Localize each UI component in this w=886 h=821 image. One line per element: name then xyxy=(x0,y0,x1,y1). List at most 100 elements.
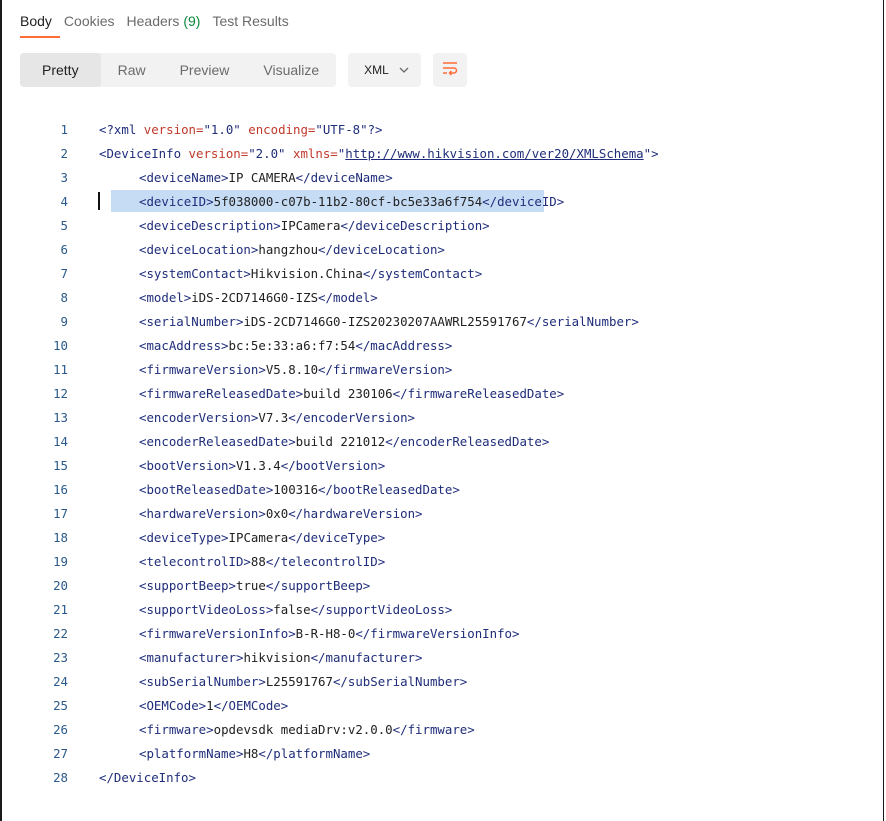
attr-name: xmlns= xyxy=(293,145,338,161)
tag-value: iDS-2CD7146G0-IZS20230207AAWRL25591767 xyxy=(243,313,527,329)
tag-value: Hikvision.China xyxy=(250,265,363,281)
tag-value: 1 xyxy=(206,697,214,713)
code-line: 16 <bootReleasedDate>100316</bootReleased… xyxy=(2,477,659,501)
code-line: 21 <supportVideoLoss>false</supportVideoL… xyxy=(2,597,659,621)
tag-close: </subSerialNumber> xyxy=(332,673,468,689)
raw-button[interactable]: Raw xyxy=(101,53,163,87)
tag-value: 0x0 xyxy=(265,505,289,521)
line-number: 25 xyxy=(53,697,68,713)
tag-close: </firmware> xyxy=(392,721,475,737)
line-content: <encoderVersion>V7.3</encoderVersion> xyxy=(139,410,415,425)
line-number: 26 xyxy=(53,721,68,737)
tag-open: <firmwareVersionInfo> xyxy=(139,625,296,641)
chevron-down-icon xyxy=(399,64,409,76)
xml-decl-open: <?xml xyxy=(99,121,144,137)
line-content: <firmware>opdevsdk mediaDrv:v2.0.0</firm… xyxy=(139,722,475,737)
line-number: 20 xyxy=(53,577,68,593)
tag-value: 100316 xyxy=(273,481,319,497)
pretty-button[interactable]: Pretty xyxy=(20,53,101,87)
tag-value: bc:5e:33:a6:f7:54 xyxy=(228,337,356,353)
code-line: 5 <deviceDescription>IPCamera</deviceDesc… xyxy=(2,213,659,237)
line-content: <manufacturer>hikvision</manufacturer> xyxy=(139,650,422,665)
wrap-lines-button[interactable] xyxy=(432,53,467,87)
body-toolbar: Pretty Raw Preview Visualize XML xyxy=(20,52,467,88)
line-number: 8 xyxy=(60,289,68,305)
line-number: 10 xyxy=(53,337,68,353)
line-content: <OEMCode>1</OEMCode> xyxy=(139,698,288,713)
line-number: 22 xyxy=(53,625,68,641)
line-content: <hardwareVersion>0x0</hardwareVersion> xyxy=(139,506,423,521)
tag-value: L25591767 xyxy=(265,673,333,689)
line-content: <deviceLocation>hangzhou</deviceLocation… xyxy=(139,242,445,257)
line-number: 16 xyxy=(53,481,68,497)
attr-value: "UTF-8" xyxy=(315,121,368,137)
line-content: <platformName>H8</platformName> xyxy=(139,746,370,761)
tag-open: <platformName> xyxy=(139,745,244,761)
tab-headers[interactable]: Headers (9) xyxy=(127,13,201,29)
tag-close: </model> xyxy=(318,289,378,305)
code-line: 9 <serialNumber>iDS-2CD7146G0-IZS20230207… xyxy=(2,309,659,333)
code-line: 15 <bootVersion>V1.3.4</bootVersion> xyxy=(2,453,659,477)
tag-open: <deviceID> xyxy=(139,193,214,209)
tag-open: <serialNumber> xyxy=(139,313,244,329)
tag-open: <hardwareVersion> xyxy=(139,505,266,521)
line-number: 1 xyxy=(60,121,68,137)
code-line: 26 <firmware>opdevsdk mediaDrv:v2.0.0</fi… xyxy=(2,717,659,741)
preview-button[interactable]: Preview xyxy=(163,53,247,87)
line-number: 3 xyxy=(60,169,68,185)
tag-close: </encoderReleasedDate> xyxy=(385,433,550,449)
code-line: 12 <firmwareReleasedDate>build 230106</fi… xyxy=(2,381,659,405)
code-line: 6 <deviceLocation>hangzhou</deviceLocatio… xyxy=(2,237,659,261)
tag-open: <DeviceInfo xyxy=(99,145,189,161)
line-content: <deviceType>IPCamera</deviceType> xyxy=(139,530,385,545)
tag-value: V1.3.4 xyxy=(235,457,281,473)
tag-close: </deviceType> xyxy=(288,529,386,545)
format-select[interactable]: XML xyxy=(348,53,421,87)
code-line: 22 <firmwareVersionInfo>B-R-H8-0</firmwar… xyxy=(2,621,659,645)
tag-close: </platformName> xyxy=(258,745,371,761)
line-number: 15 xyxy=(53,457,68,473)
code-editor[interactable]: 1 <?xml version="1.0" encoding="UTF-8"?>… xyxy=(2,117,659,789)
line-number: 4 xyxy=(60,193,68,209)
line-content: <?xml version="1.0" encoding="UTF-8"?> xyxy=(99,122,383,137)
tag-value: B-R-H8-0 xyxy=(295,625,356,641)
tag-value: iDS-2CD7146G0-IZS xyxy=(191,289,319,305)
headers-count: (9) xyxy=(183,13,201,29)
code-line: 2 <DeviceInfo version="2.0" xmlns= "http:… xyxy=(2,141,659,165)
line-number: 13 xyxy=(53,409,68,425)
tab-test-results[interactable]: Test Results xyxy=(212,13,288,29)
tag-close: </supportVideoLoss> xyxy=(310,601,453,617)
code-line: 20 <supportBeep>true</supportBeep> xyxy=(2,573,659,597)
tag-open: <subSerialNumber> xyxy=(139,673,266,689)
tag-close: </deviceLocation> xyxy=(318,241,445,257)
line-number: 21 xyxy=(53,601,68,617)
tag-open: <firmware> xyxy=(139,721,214,737)
line-content: <deviceDescription>IPCamera</deviceDescr… xyxy=(139,218,490,233)
line-content: <telecontrolID>88</telecontrolID> xyxy=(139,554,385,569)
code-line: 3 <deviceName>IP CAMERA</deviceName> xyxy=(2,165,659,189)
visualize-button[interactable]: Visualize xyxy=(246,53,336,87)
tag-value: H8 xyxy=(243,745,259,761)
tag-value: hikvision xyxy=(243,649,311,665)
tab-cookies[interactable]: Cookies xyxy=(64,13,115,29)
line-number: 17 xyxy=(53,505,68,521)
tag-close: > xyxy=(651,145,659,161)
attr-value: "2.0" xyxy=(248,145,286,161)
tag-value: 88 xyxy=(250,553,266,569)
line-content: <DeviceInfo version="2.0" xmlns= "http://… xyxy=(99,146,659,161)
tag-open: <macAddress> xyxy=(139,337,229,353)
quote: " xyxy=(643,145,652,161)
code-line: 17 <hardwareVersion>0x0</hardwareVersion> xyxy=(2,501,659,525)
code-line: 11 <firmwareVersion>V5.8.10</firmwareVers… xyxy=(2,357,659,381)
tag-close: </bootReleasedDate> xyxy=(318,481,460,497)
line-content: <serialNumber>iDS-2CD7146G0-IZS20230207A… xyxy=(139,314,639,329)
tag-open: <systemContact> xyxy=(139,265,251,281)
line-number: 7 xyxy=(60,265,68,281)
tab-body[interactable]: Body xyxy=(20,13,60,38)
line-number: 18 xyxy=(53,529,68,545)
code-line: 23 <manufacturer>hikvision</manufacturer> xyxy=(2,645,659,669)
schema-link[interactable]: http://www.hikvision.com/ver20/XMLSchema xyxy=(345,146,643,161)
line-content: <deviceName>IP CAMERA</deviceName> xyxy=(139,170,393,185)
line-content: <model>iDS-2CD7146G0-IZS</model> xyxy=(139,290,378,305)
